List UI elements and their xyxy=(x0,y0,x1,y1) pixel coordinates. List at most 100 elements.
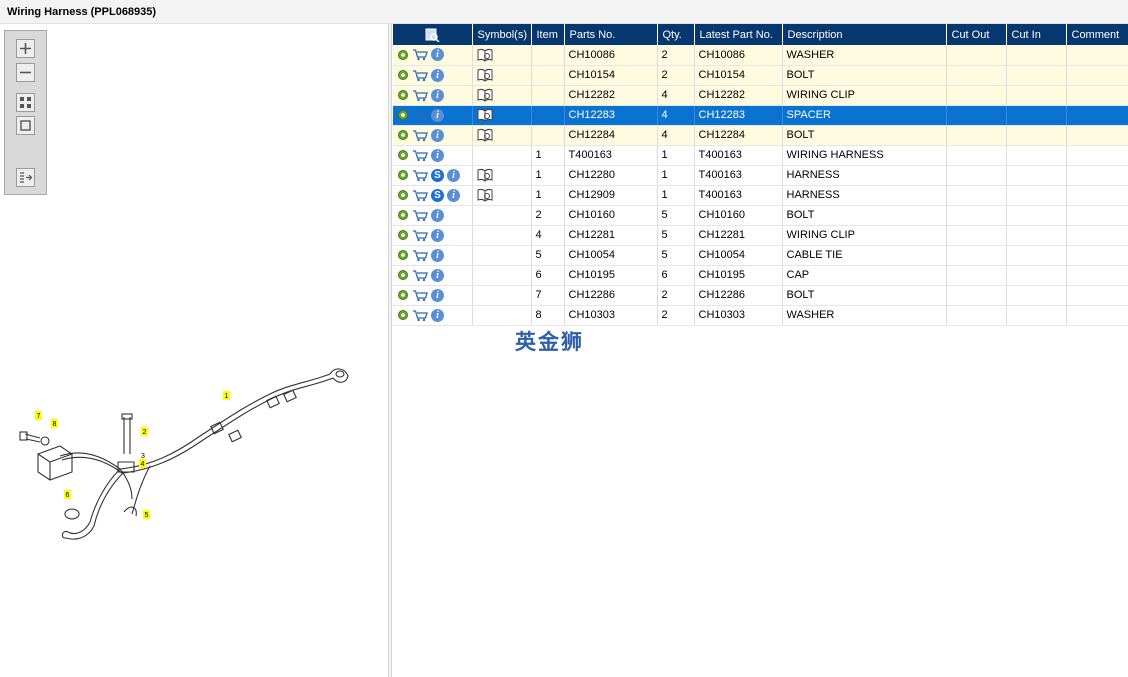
gear-icon[interactable] xyxy=(397,249,409,261)
cut-in-cell xyxy=(1006,165,1067,186)
info-icon[interactable]: i xyxy=(431,88,444,102)
table-row[interactable]: i 2 CH10160 5 CH10160 BOLT xyxy=(393,205,1128,226)
fit-all-button[interactable] xyxy=(16,93,35,112)
gear-icon[interactable] xyxy=(397,209,409,221)
table-row[interactable]: i 6 CH10195 6 CH10195 CAP xyxy=(393,265,1128,286)
gear-icon[interactable] xyxy=(397,69,409,81)
info-icon[interactable]: i xyxy=(431,268,444,282)
gear-icon[interactable] xyxy=(397,229,409,241)
table-row[interactable]: Si 1 CH12909 1 T400163 HARNESS xyxy=(393,185,1128,206)
info-icon[interactable]: i xyxy=(431,48,444,62)
column-header-description[interactable]: Description xyxy=(782,24,947,45)
column-header-cut-out[interactable]: Cut Out xyxy=(946,24,1007,45)
supersession-icon[interactable]: S xyxy=(431,188,444,202)
pane-splitter[interactable] xyxy=(389,24,392,677)
drawing-pane[interactable]: 1 2 3 4 5 6 7 8 xyxy=(0,24,389,677)
cart-icon[interactable] xyxy=(412,269,428,282)
parts-no-cell: CH10054 xyxy=(564,245,658,266)
column-header-comment[interactable]: Comment xyxy=(1066,24,1128,45)
gear-icon[interactable] xyxy=(397,269,409,281)
table-row[interactable]: i CH12284 4 CH12284 BOLT xyxy=(393,125,1128,146)
cart-icon[interactable] xyxy=(412,289,428,302)
item-cell: 4 xyxy=(531,225,565,246)
column-header-latest-part-no[interactable]: Latest Part No. xyxy=(694,24,783,45)
cart-icon[interactable] xyxy=(412,169,428,182)
cut-out-cell xyxy=(946,205,1007,226)
table-row[interactable]: i 7 CH12286 2 CH12286 BOLT xyxy=(393,285,1128,306)
column-header-symbols[interactable]: Symbol(s) xyxy=(472,24,532,45)
comment-cell xyxy=(1066,245,1128,266)
callout-1: 1 xyxy=(225,393,229,400)
cart-icon[interactable] xyxy=(412,309,428,322)
cart-icon[interactable] xyxy=(412,89,428,102)
qty-cell: 1 xyxy=(657,185,695,206)
info-icon[interactable]: i xyxy=(431,68,444,82)
table-row[interactable]: i CH10086 2 CH10086 WASHER xyxy=(393,45,1128,66)
actual-size-button[interactable] xyxy=(16,116,35,135)
cart-icon[interactable] xyxy=(412,249,428,262)
info-icon[interactable]: i xyxy=(431,208,444,222)
book-icon[interactable] xyxy=(477,168,494,182)
book-icon[interactable] xyxy=(477,88,494,102)
book-icon[interactable] xyxy=(477,128,494,142)
column-header-qty[interactable]: Qty. xyxy=(657,24,695,45)
table-row[interactable]: i CH12283 4 CH12283 SPACER xyxy=(393,105,1128,126)
cart-icon[interactable] xyxy=(412,229,428,242)
column-header-item[interactable]: Item xyxy=(531,24,565,45)
column-header-actions[interactable] xyxy=(393,24,473,45)
gear-icon[interactable] xyxy=(397,109,409,121)
table-row[interactable]: i 5 CH10054 5 CH10054 CABLE TIE xyxy=(393,245,1128,266)
column-header-parts-no[interactable]: Parts No. xyxy=(564,24,658,45)
table-row[interactable]: Si 1 CH12280 1 T400163 HARNESS xyxy=(393,165,1128,186)
zoom-in-button[interactable] xyxy=(16,39,35,58)
info-icon[interactable]: i xyxy=(431,248,444,262)
cart-icon[interactable] xyxy=(412,149,428,162)
item-cell xyxy=(531,65,565,86)
item-cell xyxy=(531,45,565,66)
cut-in-cell xyxy=(1006,245,1067,266)
cart-icon[interactable] xyxy=(412,69,428,82)
item-cell: 1 xyxy=(531,145,565,166)
cart-icon[interactable] xyxy=(412,129,428,142)
gear-icon[interactable] xyxy=(397,129,409,141)
info-icon[interactable]: i xyxy=(447,188,460,202)
column-header-cut-in[interactable]: Cut In xyxy=(1006,24,1067,45)
gear-icon[interactable] xyxy=(397,309,409,321)
table-row[interactable]: i CH12282 4 CH12282 WIRING CLIP xyxy=(393,85,1128,106)
info-icon[interactable]: i xyxy=(431,148,444,162)
cut-in-cell xyxy=(1006,265,1067,286)
latest-part-no-cell: CH10303 xyxy=(694,305,783,326)
gear-icon[interactable] xyxy=(397,169,409,181)
zoom-out-button[interactable] xyxy=(16,63,35,82)
gear-icon[interactable] xyxy=(397,289,409,301)
table-row[interactable]: i 8 CH10303 2 CH10303 WASHER xyxy=(393,305,1128,326)
qty-cell: 2 xyxy=(657,305,695,326)
parts-no-cell: CH10195 xyxy=(564,265,658,286)
export-button[interactable] xyxy=(16,168,35,187)
cut-in-cell xyxy=(1006,285,1067,306)
gear-icon[interactable] xyxy=(397,149,409,161)
info-icon[interactable]: i xyxy=(431,128,444,142)
table-row[interactable]: i CH10154 2 CH10154 BOLT xyxy=(393,65,1128,86)
supersession-icon[interactable]: S xyxy=(431,168,444,182)
gear-icon[interactable] xyxy=(397,49,409,61)
info-icon[interactable]: i xyxy=(447,168,460,182)
cart-icon[interactable] xyxy=(412,48,428,61)
grid-icon xyxy=(20,97,31,108)
info-icon[interactable]: i xyxy=(431,288,444,302)
cart-icon[interactable] xyxy=(412,189,428,202)
info-icon[interactable]: i xyxy=(431,228,444,242)
book-icon[interactable] xyxy=(477,48,494,62)
item-cell: 1 xyxy=(531,185,565,206)
gear-icon[interactable] xyxy=(397,189,409,201)
info-icon[interactable]: i xyxy=(431,308,444,322)
book-icon[interactable] xyxy=(477,68,494,82)
table-row[interactable]: i 4 CH12281 5 CH12281 WIRING CLIP xyxy=(393,225,1128,246)
info-icon[interactable]: i xyxy=(431,108,444,122)
book-icon[interactable] xyxy=(477,188,494,202)
cart-icon[interactable] xyxy=(412,109,428,122)
book-icon[interactable] xyxy=(477,108,494,122)
gear-icon[interactable] xyxy=(397,89,409,101)
cart-icon[interactable] xyxy=(412,209,428,222)
table-row[interactable]: i 1 T400163 1 T400163 WIRING HARNESS xyxy=(393,145,1128,166)
